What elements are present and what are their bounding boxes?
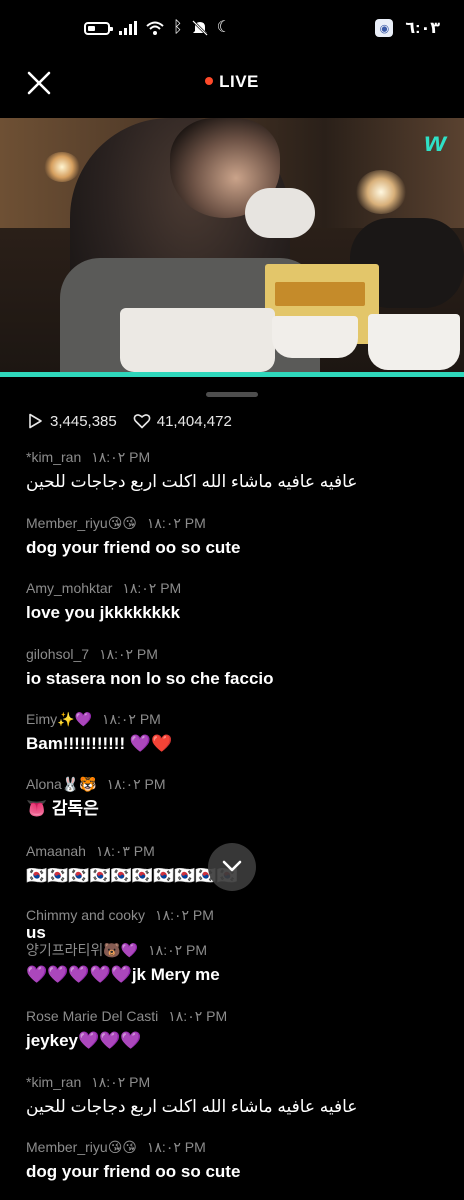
chat-username[interactable]: Amaanah bbox=[26, 843, 86, 859]
sauce-cup bbox=[368, 314, 460, 370]
status-clock: ٦:٠٣ bbox=[405, 20, 440, 37]
chat-message: gilohsol_7 ١٨:٠٢ PM io stasera non lo so … bbox=[26, 645, 446, 691]
chat-timestamp: ١٨:٠٢ PM bbox=[91, 449, 151, 465]
status-icons: ᛒ ☾ bbox=[84, 20, 231, 36]
chat-message: 양기프라티위🐻💜 ١٨:٠٢ PM 💜💜💜💜💜jk Mery me bbox=[26, 941, 446, 987]
chat-username[interactable]: Alona🐰🐯 bbox=[26, 776, 97, 792]
like-count: 41,404,472 bbox=[156, 412, 232, 430]
live-stats: 3,445,385 41,404,472 bbox=[26, 410, 232, 432]
live-indicator: LIVE bbox=[0, 72, 464, 92]
play-count: 3,445,385 bbox=[50, 412, 117, 430]
food-container bbox=[120, 308, 275, 372]
chat-timestamp: ١٨:٠٢ PM bbox=[91, 1074, 151, 1090]
chat-message: Member_riyu😘😘 ١٨:٠٢ PM dog your friend oo… bbox=[26, 1138, 446, 1184]
chat-timestamp: ١٨:٠٢ PM bbox=[146, 1139, 206, 1155]
chat-text: love you jkkkkkkkk bbox=[26, 603, 181, 622]
chat-timestamp: ١٨:٠٢ PM bbox=[146, 515, 206, 531]
app-badge-icon: ◉ bbox=[375, 19, 394, 37]
chat-message: Member_riyu😘😘 ١٨:٠٢ PM dog your friend oo… bbox=[26, 514, 446, 560]
chat-text: 💜💜💜💜💜jk Mery me bbox=[26, 965, 220, 984]
bluetooth-icon: ᛒ bbox=[173, 19, 183, 36]
chat-timestamp: ١٨:٠٢ PM bbox=[168, 1008, 228, 1024]
chat-username[interactable]: Eimy✨💜 bbox=[26, 711, 92, 727]
chevron-down-icon bbox=[222, 860, 242, 872]
chat-text: dog your friend oo so cute bbox=[26, 538, 241, 557]
wifi-icon bbox=[146, 21, 164, 35]
chat-message: *kim_ran ١٨:٠٢ PM عافيه عافيه ماشاء الله … bbox=[26, 1073, 446, 1119]
chat-text: Bam!!!!!!!!!!! 💜❤️ bbox=[26, 734, 173, 753]
live-video-player[interactable]: w bbox=[0, 118, 464, 376]
heart-icon bbox=[133, 414, 151, 429]
chat-username[interactable]: Rose Marie Del Casti bbox=[26, 1008, 158, 1024]
chat-timestamp: ١٨:٠٢ PM bbox=[106, 776, 166, 792]
chat-username[interactable]: Amy_mohktar bbox=[26, 580, 112, 596]
lamp-light bbox=[44, 152, 80, 182]
chat-message: Amy_mohktar ١٨:٠٢ PM love you jkkkkkkkk bbox=[26, 579, 446, 625]
chat-username[interactable]: *kim_ran bbox=[26, 1074, 81, 1090]
chat-username[interactable]: 양기프라티위🐻💜 bbox=[26, 942, 138, 958]
video-progress-bar bbox=[0, 372, 464, 377]
scroll-to-latest-button[interactable] bbox=[208, 843, 256, 891]
chat-text: dog your friend oo so cute bbox=[26, 1162, 241, 1181]
chat-username[interactable]: gilohsol_7 bbox=[26, 646, 89, 662]
chat-message: Chimmy and cooky ١٨:٠٢ PM us bbox=[26, 906, 446, 940]
drag-handle[interactable] bbox=[206, 392, 258, 397]
live-dot-icon bbox=[205, 77, 214, 85]
battery-icon bbox=[84, 21, 113, 35]
chat-text: عافيه عافيه ماشاء الله اكلت اربع دجاجات … bbox=[26, 1097, 358, 1116]
chat-message: Rose Marie Del Casti ١٨:٠٢ PM jeykey💜💜💜 bbox=[26, 1007, 446, 1053]
chat-timestamp: ١٨:٠٢ PM bbox=[155, 907, 214, 923]
chat-timestamp: ١٨:٠٣ PM bbox=[95, 843, 155, 859]
chat-username[interactable]: Member_riyu😘😘 bbox=[26, 515, 137, 531]
chat-list[interactable]: *kim_ran ١٨:٠٢ PM عافيه عافيه ماشاء الله … bbox=[0, 444, 464, 1200]
chat-text: jeykey💜💜💜 bbox=[26, 1031, 142, 1050]
chat-text: 👅 감독은 bbox=[26, 799, 99, 818]
signal-icon bbox=[119, 21, 137, 35]
chat-timestamp: ١٨:٠٢ PM bbox=[148, 942, 208, 958]
status-bar: ᛒ ☾ ◉ ٦:٠٣ bbox=[0, 0, 464, 60]
chat-message: Eimy✨💜 ١٨:٠٢ PM Bam!!!!!!!!!!! 💜❤️ bbox=[26, 710, 446, 756]
chat-timestamp: ١٨:٠٢ PM bbox=[101, 711, 161, 727]
chat-message: Alona🐰🐯 ١٨:٠٢ PM 👅 감독은 bbox=[26, 775, 446, 821]
chat-username[interactable]: *kim_ran bbox=[26, 449, 81, 465]
chat-timestamp: ١٨:٠٢ PM bbox=[122, 580, 182, 596]
chat-text: عافيه عافيه ماشاء الله اكلت اربع دجاجات … bbox=[26, 472, 358, 491]
weverse-logo-icon: w bbox=[424, 126, 446, 157]
live-label: LIVE bbox=[219, 72, 259, 91]
mute-icon bbox=[191, 20, 208, 36]
chat-text: io stasera non lo so che faccio bbox=[26, 669, 274, 688]
live-header: LIVE bbox=[0, 60, 464, 118]
lamp-light bbox=[356, 170, 406, 214]
sauce-cup bbox=[272, 316, 358, 358]
chat-timestamp: ١٨:٠٢ PM bbox=[99, 646, 158, 662]
moon-icon: ☾ bbox=[216, 19, 231, 36]
chat-message: *kim_ran ١٨:٠٢ PM عافيه عافيه ماشاء الله … bbox=[26, 448, 446, 494]
chat-username[interactable]: Member_riyu😘😘 bbox=[26, 1139, 137, 1155]
play-icon bbox=[29, 413, 42, 429]
